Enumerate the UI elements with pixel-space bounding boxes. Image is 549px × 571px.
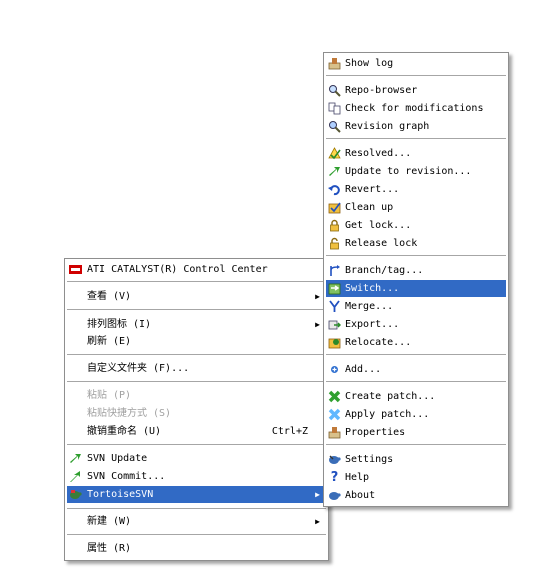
- svn-item-relocate[interactable]: Relocate...: [326, 334, 506, 351]
- menu-item-ati-catalyst[interactable]: ATI CATALYST(R) Control Center: [67, 261, 326, 278]
- menu-item-arrange-icons[interactable]: 排列图标 (I) ▶: [67, 316, 326, 333]
- branch-tag-icon: [328, 264, 341, 277]
- apply-patch-icon: [328, 408, 341, 421]
- menu-item-new[interactable]: 新建 (W) ▶: [67, 513, 326, 530]
- svn-item-help[interactable]: ? Help: [326, 469, 506, 486]
- revert-icon: [328, 183, 341, 196]
- update-revision-icon: [328, 165, 341, 178]
- svn-item-switch[interactable]: Switch...: [326, 280, 506, 297]
- relocate-icon: [328, 336, 341, 349]
- svn-item-properties[interactable]: Properties: [326, 424, 506, 441]
- menu-separator: [326, 255, 506, 256]
- resolved-icon: [328, 147, 341, 160]
- menu-separator: [67, 444, 326, 445]
- menu-separator: [326, 75, 506, 76]
- menu-item-paste: 粘贴 (P): [87, 390, 132, 401]
- about-icon: [328, 489, 341, 502]
- properties-icon: [328, 426, 341, 439]
- svn-item-repo-browser[interactable]: Repo-browser: [326, 82, 506, 99]
- menu-item-svn-update[interactable]: SVN Update: [67, 450, 326, 467]
- menu-item-svn-commit[interactable]: SVN Commit...: [67, 468, 326, 485]
- log-icon: [328, 57, 341, 70]
- lock-icon: [328, 219, 341, 232]
- svn-item-export[interactable]: Export...: [326, 316, 506, 333]
- svn-item-show-log[interactable]: Show log: [326, 55, 506, 72]
- menu-item-undo-rename[interactable]: 撤销重命名 (U) Ctrl+Z: [67, 423, 326, 440]
- settings-icon: [328, 453, 341, 466]
- shortcut-text: Ctrl+Z: [271, 426, 308, 437]
- revision-graph-icon: [328, 120, 341, 133]
- create-patch-icon: [328, 390, 341, 403]
- explorer-context-menu: ATI CATALYST(R) Control Center 查看 (V) ▶ …: [64, 258, 329, 561]
- svn-commit-icon: [69, 470, 82, 483]
- svn-item-add[interactable]: Add...: [326, 361, 506, 378]
- svn-item-about[interactable]: About: [326, 487, 506, 504]
- menu-separator: [326, 381, 506, 382]
- menu-item-paste-shortcut: 粘贴快捷方式 (S): [87, 408, 172, 419]
- svn-item-revert[interactable]: Revert...: [326, 181, 506, 198]
- menu-separator: [67, 281, 326, 282]
- export-icon: [328, 318, 341, 331]
- svn-item-merge[interactable]: Merge...: [326, 298, 506, 315]
- svn-item-settings[interactable]: Settings: [326, 451, 506, 468]
- svn-item-branch-tag[interactable]: Branch/tag...: [326, 262, 506, 279]
- svn-item-update-to-revision[interactable]: Update to revision...: [326, 163, 506, 180]
- ati-logo-icon: [69, 263, 82, 276]
- submenu-arrow-icon: ▶: [315, 320, 320, 329]
- menu-separator: [326, 354, 506, 355]
- menu-separator: [326, 444, 506, 445]
- svn-item-check-modifications[interactable]: Check for modifications: [326, 100, 506, 117]
- add-icon: [328, 363, 341, 376]
- menu-separator: [67, 354, 326, 355]
- menu-item-customize-folder[interactable]: 自定义文件夹 (F)...: [67, 360, 326, 377]
- submenu-arrow-icon: ▶: [315, 490, 320, 499]
- menu-separator: [67, 309, 326, 310]
- svn-item-get-lock[interactable]: Get lock...: [326, 217, 506, 234]
- svn-item-create-patch[interactable]: Create patch...: [326, 388, 506, 405]
- check-modifications-icon: [328, 102, 341, 115]
- svn-item-revision-graph[interactable]: Revision graph: [326, 118, 506, 135]
- repo-browser-icon: [328, 84, 341, 97]
- unlock-icon: [328, 237, 341, 250]
- menu-separator: [67, 381, 326, 382]
- tortoise-icon: [69, 488, 82, 501]
- svn-item-resolved[interactable]: Resolved...: [326, 145, 506, 162]
- svn-item-release-lock[interactable]: Release lock: [326, 235, 506, 252]
- tortoisesvn-submenu: Show log Repo-browser Check for modifica…: [323, 52, 509, 507]
- menu-separator: [326, 138, 506, 139]
- switch-icon: [328, 282, 341, 295]
- menu-item-properties[interactable]: 属性 (R): [67, 540, 326, 557]
- menu-separator: [67, 534, 326, 535]
- svn-update-icon: [69, 452, 82, 465]
- submenu-arrow-icon: ▶: [315, 292, 320, 301]
- menu-item-refresh[interactable]: 刷新 (E): [67, 333, 326, 350]
- svn-item-clean-up[interactable]: Clean up: [326, 199, 506, 216]
- help-icon: ?: [330, 470, 339, 485]
- submenu-arrow-icon: ▶: [315, 517, 320, 526]
- menu-separator: [67, 508, 326, 509]
- menu-item-tortoisesvn[interactable]: TortoiseSVN ▶: [67, 486, 326, 503]
- svn-item-apply-patch[interactable]: Apply patch...: [326, 406, 506, 423]
- merge-icon: [328, 300, 341, 313]
- menu-item-view[interactable]: 查看 (V) ▶: [67, 288, 326, 305]
- clean-up-icon: [328, 201, 341, 214]
